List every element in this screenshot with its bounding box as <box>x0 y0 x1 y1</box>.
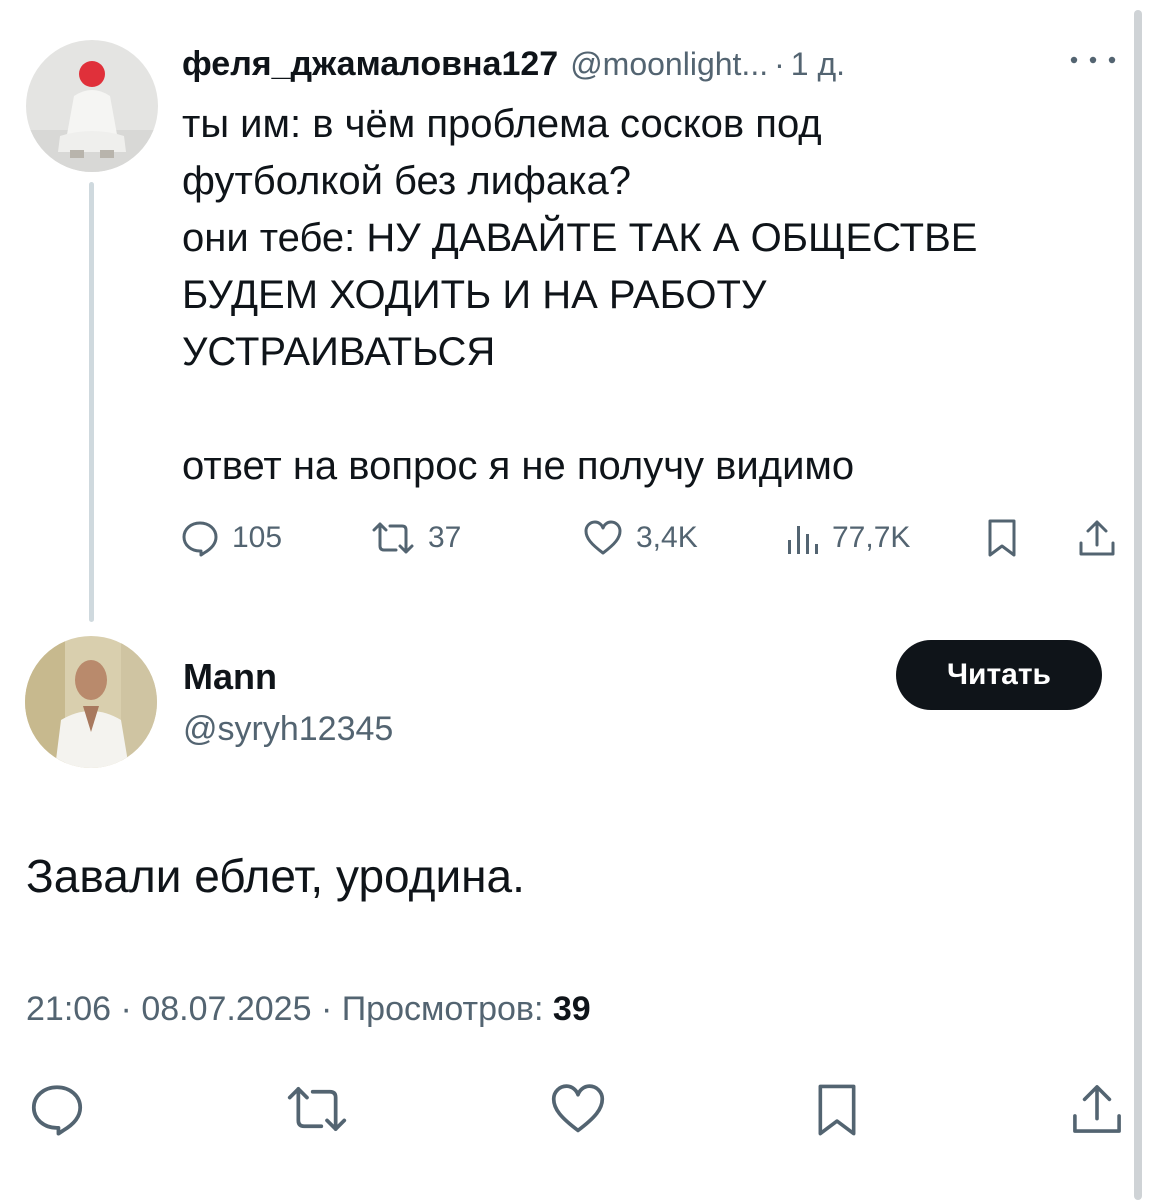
author-avatar[interactable] <box>26 40 158 172</box>
tweet-text: ты им: в чём проблема сосков под футболк… <box>182 96 1112 495</box>
follow-button[interactable]: Читать <box>896 640 1102 710</box>
separator-dot: · <box>774 45 785 82</box>
views-icon <box>788 526 818 554</box>
reply-icon <box>182 521 218 557</box>
author-handle[interactable]: @moonlight... <box>570 46 768 83</box>
reply-icon[interactable] <box>28 1080 86 1138</box>
views-button[interactable]: 77,7K <box>784 516 910 560</box>
retweet-icon <box>372 522 414 554</box>
tweet-text-line: ответ на вопрос я не получу видимо <box>182 444 855 488</box>
author-name[interactable]: феля_джамаловна127 <box>182 45 558 84</box>
tweet-text-line: УСТРАИВАТЬСЯ <box>182 330 496 374</box>
views-count: 77,7K <box>832 521 911 554</box>
reply-meta: 21:06 · 08.07.2025 · Просмотров: 39 <box>26 990 591 1029</box>
reply-author-name[interactable]: Mann <box>183 656 277 698</box>
views-count[interactable]: 39 <box>553 990 591 1028</box>
share-icon <box>1079 520 1115 556</box>
retweet-count: 37 <box>428 521 462 554</box>
retweet-button[interactable]: 37 <box>370 516 461 560</box>
reply-text: Завали еблет, уродина. <box>26 850 525 902</box>
separator-dot: · <box>320 990 333 1028</box>
reply-button[interactable]: 105 <box>180 516 282 560</box>
reply-time[interactable]: 21:06 <box>26 990 111 1028</box>
reply-action-bar <box>0 1080 1152 1140</box>
bookmark-icon <box>988 519 1016 557</box>
tweet-text-line: они тебе: НУ ДАВАЙТЕ ТАК А ОБЩЕСТВЕ <box>182 216 978 260</box>
tweet-text-line: футболкой без лифака? <box>182 159 632 203</box>
bookmark-icon[interactable] <box>812 1080 862 1140</box>
tweet-thread-view: феля_джамаловна127 @moonlight... · 1 д. … <box>0 0 1152 1200</box>
like-button[interactable]: 3,4K <box>582 516 698 560</box>
thread-connector <box>89 182 94 622</box>
tweet-text-line: БУДЕМ ХОДИТЬ И НА РАБОТУ <box>182 273 767 317</box>
scrollbar[interactable] <box>1134 10 1142 1200</box>
separator-dot: · <box>120 990 132 1028</box>
tweet-action-bar: 105 37 3,4K 77,7K <box>180 516 1130 560</box>
reply-count: 105 <box>232 521 283 554</box>
like-icon[interactable] <box>548 1080 608 1138</box>
retweet-icon[interactable] <box>284 1080 350 1138</box>
tweet-header: феля_джамаловна127 @moonlight... · 1 д. <box>182 42 845 86</box>
tweet-time[interactable]: 1 д. <box>791 46 845 83</box>
bookmark-button[interactable] <box>984 516 1020 560</box>
like-count: 3,4K <box>636 521 698 554</box>
share-icon[interactable] <box>1068 1080 1126 1138</box>
reply-author-avatar[interactable] <box>25 636 157 768</box>
views-label: Просмотров: <box>341 990 544 1028</box>
like-icon <box>584 520 622 555</box>
share-button[interactable] <box>1076 516 1118 560</box>
more-icon[interactable] <box>1066 50 1120 70</box>
reply-author-handle[interactable]: @syryh12345 <box>183 710 393 749</box>
tweet-text-line: ты им: в чём проблема сосков под <box>182 102 822 146</box>
reply-date[interactable]: 08.07.2025 <box>141 990 311 1028</box>
